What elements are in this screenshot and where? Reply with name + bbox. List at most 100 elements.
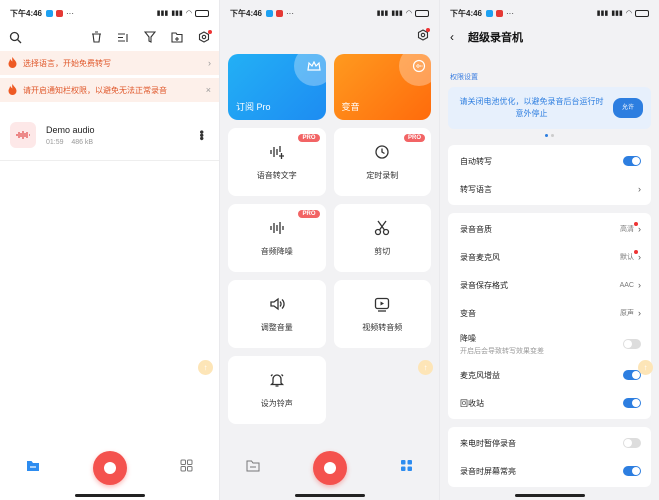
status-time: 下午4:46 [450, 8, 483, 18]
signal-icon: ▮▮▮ [391, 10, 403, 17]
battery-icon [415, 9, 429, 17]
subscribe-label: 订阅 Pro [236, 102, 271, 112]
status-bar: 下午4:46 ··· ▮▮▮ ▮▮▮ ◠ [0, 0, 219, 26]
tool-label: 定时录制 [366, 170, 399, 180]
row-format[interactable]: 录音保存格式 AAC › [448, 271, 651, 299]
floating-assist-icon[interactable]: ↑ [198, 360, 213, 375]
more-notifications-icon: ··· [66, 8, 75, 18]
floating-assist-icon[interactable]: ↑ [418, 360, 433, 375]
recordings-screen: 下午4:46 ··· ▮▮▮ ▮▮▮ ◠ 选择语言，开始免费转写 › 请开启通知… [0, 0, 219, 500]
status-indicators: ▮▮▮ ▮▮▮ ◠ [377, 9, 429, 17]
battery-optimization-banner: 请关闭电池优化，以避免录音后台运行时意外停止 允许 [448, 87, 651, 129]
tool-scheduled-recording[interactable]: PRO 定时录制 [333, 128, 431, 196]
chevron-right-icon: › [208, 58, 211, 68]
auto-transcribe-toggle[interactable] [623, 156, 641, 166]
crown-icon [293, 54, 326, 86]
app-notification-icon [276, 9, 284, 17]
denoise-toggle[interactable] [623, 339, 641, 349]
tool-set-ringtone[interactable]: 设为铃声 [228, 356, 326, 424]
tool-label: 语音转文字 [256, 170, 297, 180]
bottom-nav [220, 448, 439, 488]
settings-icon[interactable] [417, 28, 430, 46]
back-icon[interactable]: ‹ [450, 30, 454, 44]
notice-permission[interactable]: 请开启通知栏权限，以避免无法正常录音 × [0, 78, 219, 102]
files-tab-icon[interactable] [246, 459, 260, 477]
row-denoise[interactable]: 降噪 开启后会导致转写效果变差 [448, 327, 651, 361]
scissors-icon [375, 220, 390, 235]
tools-tab-icon[interactable] [180, 459, 193, 477]
row-screen-on[interactable]: 录音时屏幕常亮 [448, 457, 651, 485]
settings-group-transcribe: 自动转写 转写语言 › [448, 145, 651, 205]
tools-tab-icon[interactable] [400, 459, 413, 477]
files-tab-icon[interactable] [26, 459, 40, 477]
tools-grid: 订阅 Pro 变音 PRO 语音转文字 PRO 定时录制 PRO 音频降噪 剪切 [220, 48, 439, 430]
app-notification-icon [46, 9, 54, 17]
row-transcribe-language[interactable]: 转写语言 › [448, 175, 651, 203]
pro-badge: PRO [298, 210, 320, 218]
signal-icon: ▮▮▮ [376, 10, 389, 17]
import-folder-icon[interactable] [170, 30, 184, 44]
notice-text: 请开启通知栏权限，以避免无法正常录音 [23, 85, 167, 95]
record-button[interactable] [92, 451, 127, 485]
status-time: 下午4:46 [10, 8, 43, 18]
fire-icon [8, 83, 17, 97]
signal-icon: ▮▮▮ [171, 10, 183, 17]
voice-change-card[interactable]: 变音 [333, 54, 431, 120]
subscribe-pro-card[interactable]: 订阅 Pro [228, 54, 326, 120]
row-mic-gain[interactable]: 麦克风增益 [448, 361, 651, 389]
status-bar: 下午4:46 ··· ▮▮▮ ▮▮▮ ◠ [220, 0, 439, 26]
sort-icon[interactable] [116, 30, 130, 44]
tool-noise-reduction[interactable]: PRO 音频降噪 [228, 204, 326, 272]
app-notification-icon [486, 9, 494, 17]
clock-icon [375, 144, 389, 159]
banner-text: 请关闭电池优化，以避免录音后台运行时意外停止 [459, 97, 604, 118]
recycle-bin-toggle[interactable] [623, 398, 641, 408]
status-indicators: ▮▮▮ ▮▮▮ ◠ [157, 9, 209, 17]
pro-badge: PRO [403, 134, 425, 142]
status-time: 下午4:46 [230, 8, 263, 18]
tool-label: 剪切 [374, 246, 391, 256]
status-bar: 下午4:46 ··· ▮▮▮ ▮▮▮ ◠ [440, 0, 659, 26]
trash-icon[interactable] [89, 30, 103, 44]
app-notification-icon [56, 9, 64, 17]
toolbar [0, 26, 219, 48]
row-recycle-bin[interactable]: 回收站 [448, 389, 651, 417]
bell-icon [269, 373, 284, 387]
settings-screen: 下午4:46 ··· ▮▮▮ ▮▮▮ ◠ ‹ 超级录音机 权限设置 请关闭电池优… [440, 0, 659, 500]
battery-icon [635, 9, 649, 17]
row-pause-on-call[interactable]: 来电时暂停录音 [448, 429, 651, 457]
recording-item[interactable]: Demo audio 01:59 486 kB ••• [0, 110, 219, 161]
row-auto-transcribe[interactable]: 自动转写 [448, 147, 651, 175]
tool-video-to-audio[interactable]: 视频转音频 [333, 280, 431, 348]
row-voice-change[interactable]: 变音 原声 › [448, 299, 651, 327]
pause-on-call-toggle[interactable] [623, 438, 641, 448]
app-notification-icon [266, 9, 274, 17]
notice-language[interactable]: 选择语言，开始免费转写 › [0, 51, 219, 75]
allow-button[interactable]: 允许 [612, 98, 643, 118]
status-indicators: ▮▮▮ ▮▮▮ ◠ [597, 9, 649, 17]
row-mic[interactable]: 录音麦克风 默认 › [448, 243, 651, 271]
chevron-right-icon: › [638, 184, 641, 194]
volume-icon [270, 297, 285, 310]
speech-to-text-icon [270, 145, 284, 159]
recording-duration: 01:59 [46, 138, 64, 146]
banner-pagination [440, 134, 659, 137]
search-icon[interactable] [8, 30, 22, 44]
row-quality[interactable]: 录音音质 高清 › [448, 215, 651, 243]
screen-on-toggle[interactable] [623, 466, 641, 476]
home-indicator [294, 494, 365, 497]
close-icon[interactable]: × [206, 85, 211, 95]
tool-label: 音频降噪 [260, 246, 293, 256]
waveform-icon [270, 221, 284, 234]
tool-trim[interactable]: 剪切 [333, 204, 431, 272]
record-dot-icon [103, 462, 116, 474]
filter-icon[interactable] [143, 30, 157, 44]
floating-assist-icon[interactable]: ↑ [638, 360, 653, 375]
settings-icon[interactable] [197, 30, 212, 44]
tool-label: 设为铃声 [260, 398, 293, 408]
tool-speech-to-text[interactable]: PRO 语音转文字 [228, 128, 326, 196]
record-button[interactable] [312, 451, 347, 485]
settings-group-recording: 录音音质 高清 › 录音麦克风 默认 › 录音保存格式 AAC › 变音 原声 … [448, 213, 651, 419]
tool-adjust-volume[interactable]: 调整音量 [228, 280, 326, 348]
more-options-icon[interactable]: ••• [195, 130, 209, 140]
